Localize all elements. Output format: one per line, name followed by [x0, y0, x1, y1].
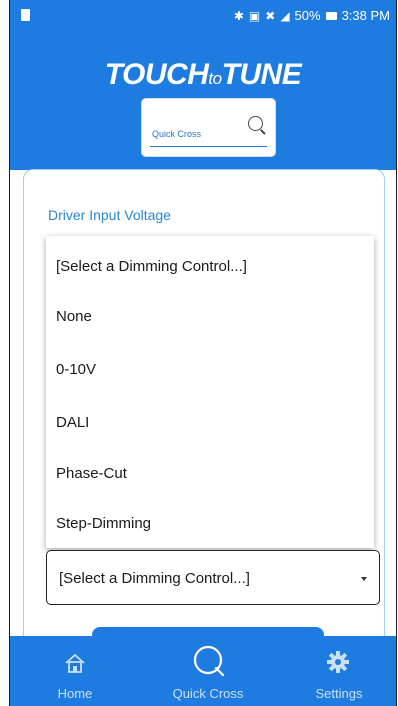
section-title: Driver Input Voltage	[48, 207, 171, 223]
status-bar: ✱ ▣ ✖ ◢ 50% 3:38 PM	[10, 0, 396, 32]
dropdown-option-step-dimming[interactable]: Step-Dimming	[56, 515, 151, 532]
bottom-navigation: Home Quick Cross Settings	[10, 636, 396, 706]
dimming-control-dropdown-list: [Select a Dimming Control...] None 0-10V…	[46, 236, 374, 548]
nfc-icon: ▣	[248, 8, 261, 23]
mute-icon: ✖	[265, 8, 276, 23]
dropdown-option-dali[interactable]: DALI	[56, 414, 89, 431]
app-header: ✱ ▣ ✖ ◢ 50% 3:38 PM TOUCHtoTUNE Quick Cr…	[10, 0, 396, 170]
search-underline	[150, 145, 267, 147]
home-icon	[65, 653, 85, 673]
quick-cross-icon	[193, 645, 225, 677]
logo-part-to: to	[208, 69, 222, 88]
battery-percent: 50%	[294, 8, 321, 23]
search-icon[interactable]	[248, 116, 263, 131]
battery-icon	[325, 11, 337, 20]
nav-label-home: Home	[57, 686, 93, 701]
dimming-control-select[interactable]: [Select a Dimming Control...]	[46, 550, 380, 605]
dropdown-option[interactable]: [Select a Dimming Control...]	[56, 258, 247, 275]
nav-item-home[interactable]: Home	[40, 636, 110, 706]
dropdown-option-none[interactable]: None	[56, 308, 92, 325]
nav-item-settings[interactable]: Settings	[300, 636, 378, 706]
dropdown-option-0-10v[interactable]: 0-10V	[56, 361, 96, 378]
quick-cross-search-input[interactable]: Quick Cross	[152, 129, 201, 139]
logo-part-touch: TOUCH	[104, 58, 209, 91]
dimming-control-select-value: [Select a Dimming Control...]	[59, 570, 250, 587]
caret-down-icon	[361, 577, 367, 581]
app-icon	[21, 9, 30, 21]
nav-label-quick-cross: Quick Cross	[172, 686, 244, 701]
status-time: 3:38 PM	[341, 8, 390, 23]
signal-icon: ◢	[280, 8, 290, 23]
gear-icon	[327, 651, 349, 673]
logo-part-tune: TUNE	[221, 58, 302, 91]
nav-item-quick-cross[interactable]: Quick Cross	[159, 636, 257, 706]
status-right: ✱ ▣ ✖ ◢ 50% 3:38 PM	[234, 8, 390, 23]
dropdown-option-phase-cut[interactable]: Phase-Cut	[56, 465, 127, 482]
phone-screen: ✱ ▣ ✖ ◢ 50% 3:38 PM TOUCHtoTUNE Quick Cr…	[9, 0, 397, 706]
quick-cross-search-box[interactable]: Quick Cross	[141, 98, 276, 157]
bluetooth-icon: ✱	[233, 8, 244, 23]
nav-label-settings: Settings	[315, 686, 363, 701]
touch-to-tune-logo: TOUCHtoTUNE	[10, 58, 396, 92]
